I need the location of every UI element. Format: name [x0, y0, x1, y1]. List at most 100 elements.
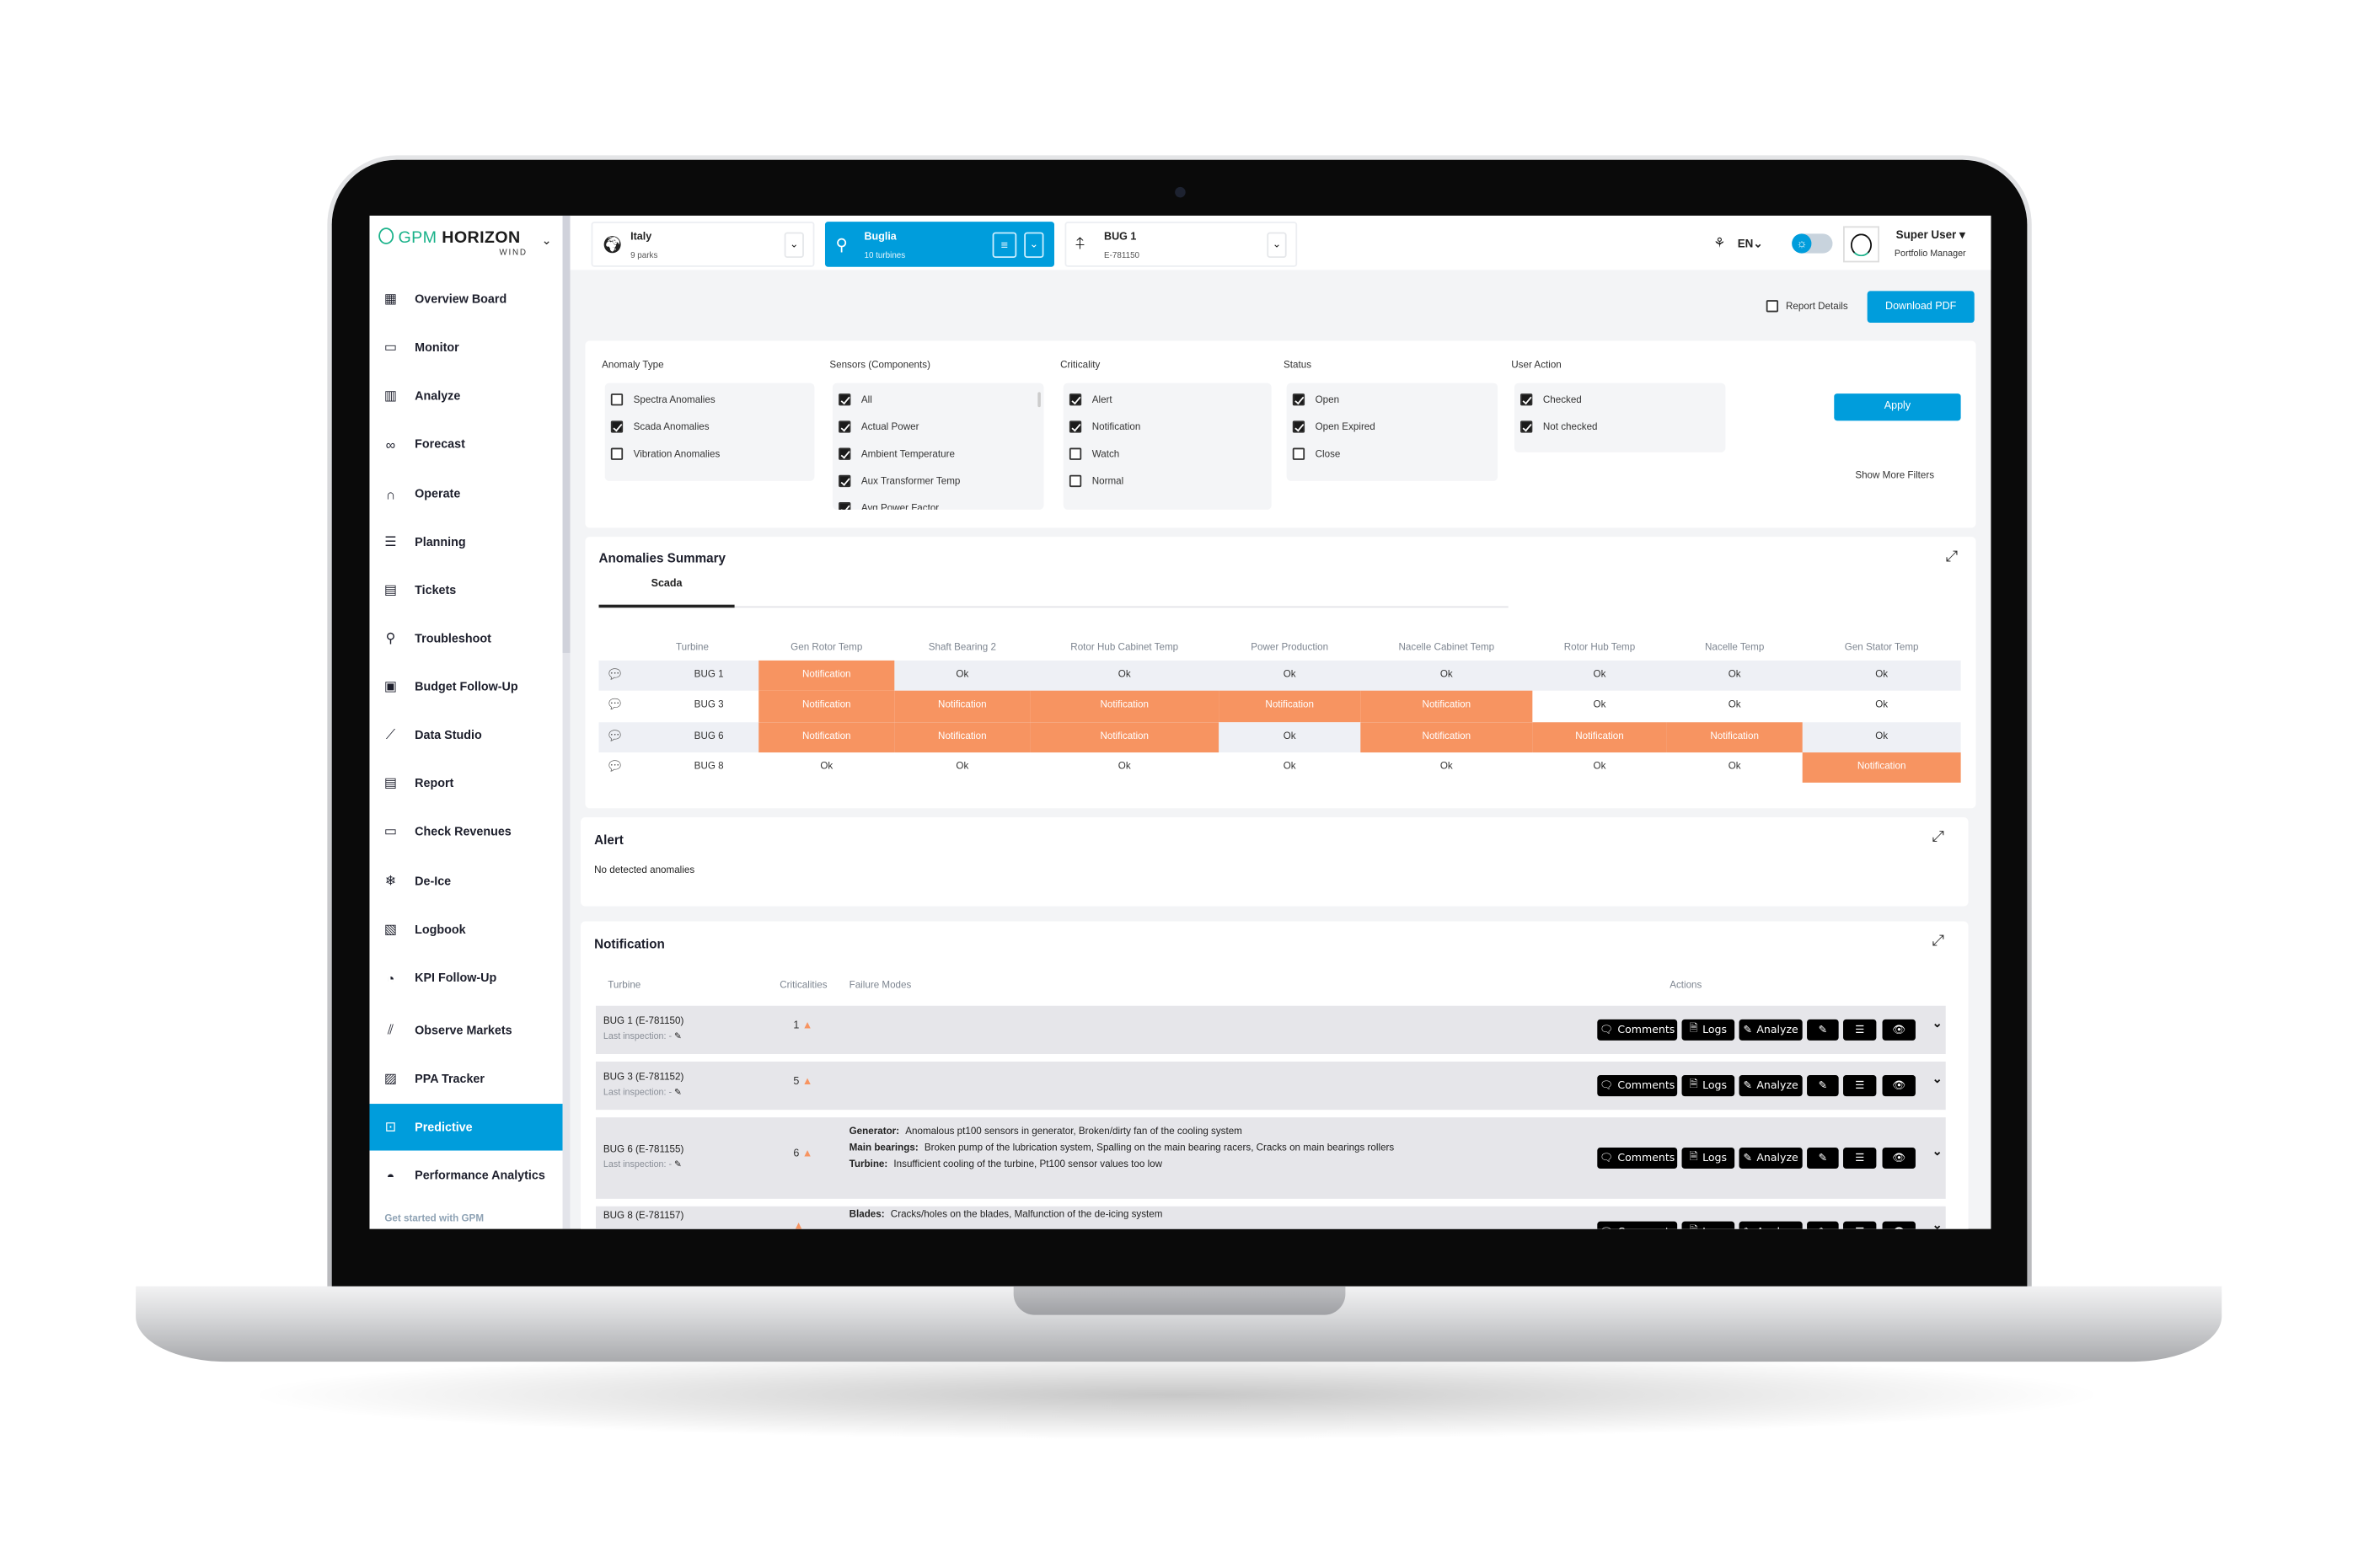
status-cell[interactable]: Ok — [1360, 752, 1532, 783]
status-cell[interactable]: Notification — [894, 721, 1031, 752]
comments-button[interactable]: 🗨︎Comments — [1597, 1221, 1678, 1229]
sidebar-item-overview-board[interactable]: ▦ Overview Board — [369, 276, 562, 323]
app-switcher-chevron-icon[interactable]: ⌄ — [542, 233, 552, 247]
status-cell[interactable]: Ok — [1532, 661, 1666, 691]
logs-button[interactable]: 🗎︎Logs — [1681, 1019, 1735, 1041]
pencil-icon[interactable]: ✎ — [672, 1089, 682, 1098]
turbine-selector[interactable]: ⍏ BUG 1 E-781150 ⌄ — [1064, 222, 1298, 267]
comment-icon[interactable]: 💬︎ — [606, 666, 623, 683]
chevron-down-icon[interactable]: ⌄ — [1024, 232, 1044, 259]
edit-button[interactable]: ✎ — [1807, 1075, 1839, 1097]
view-button[interactable]: 👁︎ — [1882, 1075, 1916, 1097]
expand-icon[interactable]: ⤢ — [1932, 934, 1944, 950]
status-cell[interactable]: Ok — [1667, 752, 1803, 783]
sidebar-item-forecast[interactable]: ∞ Forecast — [369, 420, 562, 467]
tab-scada[interactable]: Scada — [599, 579, 735, 590]
filter-option[interactable]: Open Expired — [1292, 420, 1375, 433]
status-cell[interactable]: Notification — [1802, 752, 1961, 784]
status-cell[interactable]: Notification — [1666, 721, 1803, 752]
turbine-name[interactable]: BUG 3 (E-781152) — [603, 1072, 683, 1083]
list-button[interactable]: ☰ — [1843, 1221, 1877, 1229]
expand-icon[interactable]: ⤢ — [1946, 549, 1958, 565]
status-cell[interactable]: Notification — [1219, 691, 1361, 722]
sidebar-item-performance-analytics[interactable]: ◓ Performance Analytics — [369, 1152, 562, 1198]
sidebar-item-ppa-tracker[interactable]: ▨ PPA Tracker — [369, 1056, 562, 1102]
checkbox[interactable] — [610, 393, 624, 406]
report-details-checkbox[interactable]: Report Details — [1766, 300, 1848, 313]
theme-toggle[interactable]: ☼ — [1792, 233, 1833, 254]
comment-icon[interactable]: 💬︎ — [606, 758, 623, 775]
status-cell[interactable]: Notification — [1360, 691, 1533, 722]
status-cell[interactable]: Ok — [1532, 752, 1666, 783]
filter-option[interactable]: Ambient Temperature — [839, 447, 955, 460]
checkbox[interactable] — [839, 501, 851, 510]
sidebar-scrollbar-thumb[interactable] — [562, 215, 571, 653]
filter-option[interactable]: Spectra Anomalies — [610, 393, 716, 406]
sidebar-item-tickets[interactable]: ▤ Tickets — [369, 567, 562, 613]
logs-button[interactable]: 🗎︎Logs — [1681, 1075, 1735, 1097]
chevron-down-icon[interactable]: ⌄ — [784, 232, 804, 259]
get-started-link[interactable]: Get started with GPM — [384, 1214, 484, 1225]
checkbox[interactable] — [1520, 420, 1533, 433]
status-cell[interactable]: Ok — [1803, 661, 1961, 691]
color-filter-icon[interactable]: ⚘ — [1713, 235, 1725, 252]
analyze-button[interactable]: ✎Analyze — [1739, 1221, 1803, 1229]
status-cell[interactable]: Notification — [758, 691, 895, 722]
status-cell[interactable]: Ok — [1219, 722, 1360, 752]
checkbox[interactable] — [1292, 447, 1305, 460]
user-menu[interactable]: Super User ▾ — [1896, 227, 1965, 241]
apply-button[interactable]: Apply — [1834, 393, 1961, 421]
sidebar-item-troubleshoot[interactable]: ⚲ Troubleshoot — [369, 615, 562, 661]
turbine-name[interactable]: BUG 1 (E-781150) — [603, 1016, 683, 1027]
comments-button[interactable]: 🗨︎Comments — [1597, 1075, 1678, 1097]
sidebar-item-operate[interactable]: ∩ Operate — [369, 470, 562, 516]
checkbox[interactable] — [1069, 447, 1082, 460]
status-cell[interactable]: Ok — [1803, 722, 1961, 752]
filter-option[interactable]: Normal — [1069, 474, 1123, 488]
sidebar-item-monitor[interactable]: ▭ Monitor — [369, 324, 562, 371]
sidebar-item-check-revenues[interactable]: ▭ Check Revenues — [369, 808, 562, 854]
pencil-icon[interactable]: ✎ — [672, 1161, 682, 1170]
status-cell[interactable]: Ok — [894, 661, 1030, 691]
analyze-button[interactable]: ✎Analyze — [1739, 1075, 1803, 1097]
status-cell[interactable]: Ok — [1803, 691, 1961, 721]
park-selector[interactable]: ⚲ Buglia 10 turbines ≡ ⌄ — [824, 222, 1055, 267]
status-cell[interactable]: Ok — [1030, 661, 1219, 691]
status-cell[interactable]: Notification — [1030, 691, 1219, 722]
filter-option[interactable]: Vibration Anomalies — [610, 447, 720, 460]
status-cell[interactable]: Ok — [894, 752, 1030, 783]
filter-option[interactable]: Watch — [1069, 447, 1119, 460]
sidebar-item-de-ice[interactable]: ❄ De-Ice — [369, 858, 562, 904]
checkbox[interactable] — [610, 447, 624, 460]
comment-icon[interactable]: 💬︎ — [606, 728, 623, 745]
status-cell[interactable]: Ok — [1219, 661, 1360, 691]
edit-button[interactable]: ✎ — [1807, 1221, 1839, 1229]
expand-row-chevron-icon[interactable]: ⌄ — [1932, 1072, 1943, 1085]
expand-row-chevron-icon[interactable]: ⌄ — [1932, 1016, 1943, 1030]
edit-button[interactable]: ✎ — [1807, 1019, 1839, 1041]
sidebar-item-planning[interactable]: ☰ Planning — [369, 519, 562, 565]
filter-option[interactable]: Scada Anomalies — [610, 420, 710, 433]
status-cell[interactable]: Ok — [1667, 661, 1803, 691]
status-cell[interactable]: Notification — [1532, 721, 1667, 752]
checkbox[interactable] — [1766, 300, 1779, 313]
checkbox[interactable] — [1292, 393, 1305, 406]
sidebar-item-data-studio[interactable]: ⟋ Data Studio — [369, 712, 562, 758]
turbine-name[interactable]: BUG 6 (E-781155) — [603, 1144, 683, 1155]
checkbox[interactable] — [610, 420, 624, 433]
list-button[interactable]: ☰ — [1843, 1147, 1877, 1169]
analyze-button[interactable]: ✎Analyze — [1739, 1147, 1803, 1169]
filter-option[interactable]: Aux Transformer Temp — [839, 474, 960, 488]
avatar[interactable] — [1843, 226, 1879, 263]
checkbox[interactable] — [839, 474, 851, 488]
filter-option[interactable]: Avg Power Factor — [839, 501, 939, 510]
sidebar-item-kpi-follow-up[interactable]: ◔ KPI Follow-Up — [369, 955, 562, 1001]
country-selector[interactable]: 🌍︎ Italy 9 parks ⌄ — [591, 222, 815, 267]
status-cell[interactable]: Notification — [758, 721, 895, 752]
sidebar-item-budget-follow-up[interactable]: ▣ Budget Follow-Up — [369, 663, 562, 709]
filter-icon[interactable]: ≡ — [992, 232, 1017, 259]
filter-option[interactable]: Notification — [1069, 420, 1140, 433]
filter-option[interactable]: Open — [1292, 393, 1339, 406]
sidebar-item-observe-markets[interactable]: ⫽ Observe Markets — [369, 1008, 562, 1054]
status-cell[interactable]: Ok — [758, 752, 894, 783]
